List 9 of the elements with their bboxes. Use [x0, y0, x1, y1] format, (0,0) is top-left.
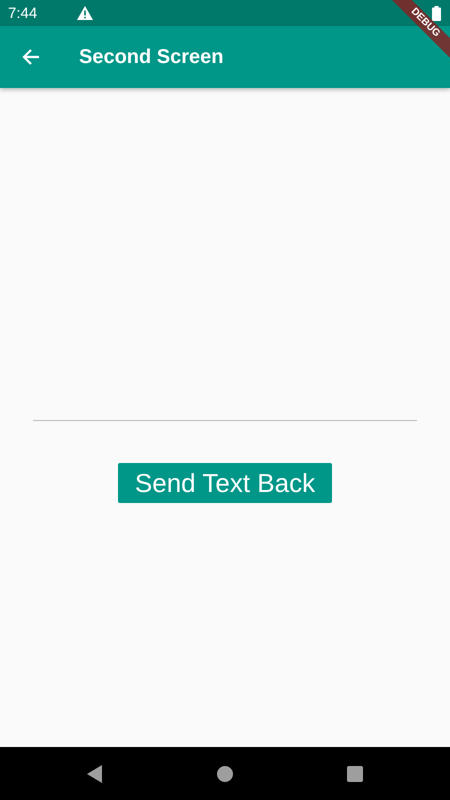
home-icon[interactable]: [217, 766, 233, 782]
screen-title: Second Screen: [79, 46, 224, 68]
status-time: 7:44: [8, 4, 38, 22]
back-arrow-icon[interactable]: [21, 47, 41, 67]
recents-icon[interactable]: [347, 766, 363, 782]
warning-icon: [77, 6, 94, 20]
battery-icon: [432, 6, 441, 20]
back-icon[interactable]: [87, 764, 103, 782]
send-button[interactable]: Send Text Back: [118, 463, 332, 503]
